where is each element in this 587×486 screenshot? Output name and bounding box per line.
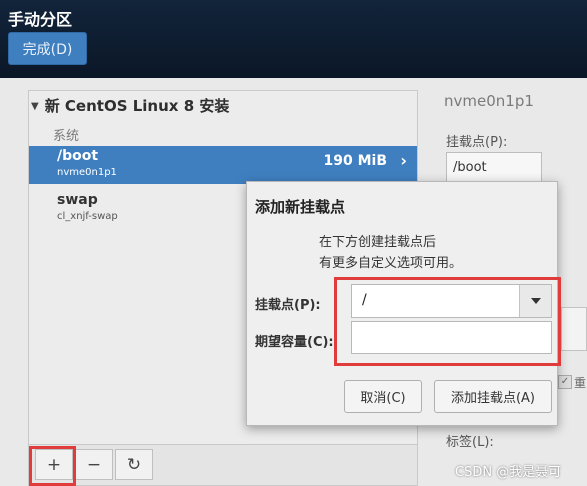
- highlight-mount-fields: [334, 277, 561, 366]
- expand-triangle-icon[interactable]: ▼: [31, 101, 39, 112]
- header-bar: 手动分区 完成(D): [0, 0, 587, 78]
- remove-partition-button[interactable]: −: [75, 449, 113, 480]
- mount-point-label: 挂载点(P):: [255, 298, 321, 313]
- dialog-description-line-2: 有更多自定义选项可用。: [319, 256, 463, 271]
- mount-point-label: 挂载点(P):: [446, 135, 508, 150]
- partition-size: 190 MiB: [323, 153, 388, 169]
- chevron-right-icon: ›: [400, 151, 407, 170]
- partition-name: swap: [57, 192, 98, 208]
- dialog-description: 在下方创建挂载点后 有更多自定义选项可用。: [319, 232, 462, 274]
- system-section-label: 系统: [53, 129, 80, 144]
- partition-toolbar: + − ↻: [28, 445, 418, 486]
- partition-row-boot[interactable]: /boot nvme0n1p1 190 MiB ›: [29, 146, 417, 184]
- checkbox[interactable]: ✓: [558, 375, 572, 389]
- install-group-label: 新 CentOS Linux 8 安装: [44, 97, 230, 115]
- highlight-add-button: [29, 446, 76, 486]
- add-mount-point-button[interactable]: 添加挂载点(A): [434, 380, 552, 413]
- partition-name: /boot: [57, 148, 99, 164]
- device-title: nvme0n1p1: [444, 92, 534, 110]
- watermark: CSDN @我是聂可: [455, 465, 562, 480]
- tags-label: 标签(L):: [446, 435, 494, 450]
- partially-hidden-field[interactable]: [561, 307, 587, 351]
- refresh-button[interactable]: ↻: [115, 449, 153, 480]
- partition-device: cl_xnjf-swap: [57, 211, 118, 222]
- page-title: 手动分区: [8, 10, 73, 29]
- install-group-header[interactable]: ▼ 新 CentOS Linux 8 安装: [31, 95, 229, 116]
- dialog-description-line-1: 在下方创建挂载点后: [319, 235, 437, 250]
- capacity-label: 期望容量(C):: [255, 335, 334, 350]
- partition-device: nvme0n1p1: [57, 167, 117, 178]
- done-button[interactable]: 完成(D): [8, 32, 87, 65]
- cancel-button[interactable]: 取消(C): [344, 380, 422, 413]
- checkbox-label: 重: [574, 376, 587, 390]
- dialog-title: 添加新挂载点: [255, 198, 346, 216]
